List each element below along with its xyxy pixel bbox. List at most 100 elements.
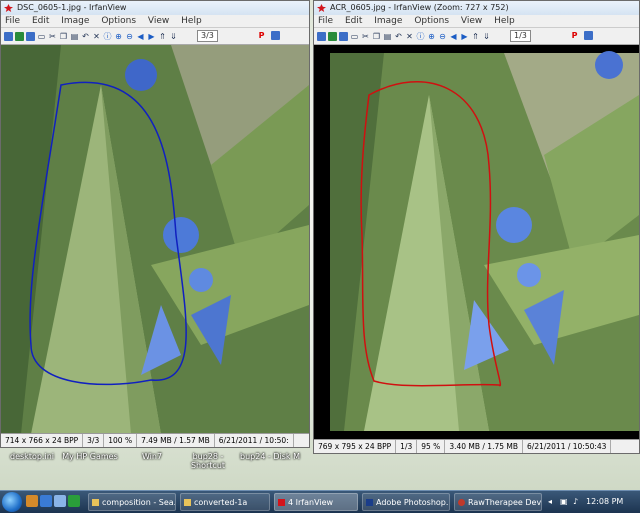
- zoom-in-icon[interactable]: ⊕: [427, 32, 436, 41]
- previous-icon[interactable]: ◀: [449, 32, 458, 41]
- zoom-out-icon[interactable]: ⊖: [438, 32, 447, 41]
- last-icon[interactable]: ⇓: [482, 32, 491, 41]
- desktop-icon-bup24[interactable]: bup24 - Disk M: [240, 452, 300, 461]
- next-icon[interactable]: ▶: [147, 32, 156, 41]
- menu-view[interactable]: View: [461, 16, 482, 26]
- status-size: 7.49 MB / 1.57 MB: [137, 434, 215, 447]
- paste-icon[interactable]: ▤: [383, 32, 392, 41]
- taskbar-button-label: Adobe Photoshop...: [376, 498, 450, 507]
- zoom-out-icon[interactable]: ⊖: [125, 32, 134, 41]
- status-date: 6/21/2011 / 10:50:: [215, 434, 294, 447]
- desktop-icon-win7[interactable]: Win7: [122, 452, 182, 461]
- taskbar-button-composition[interactable]: composition - Sea...: [88, 493, 176, 511]
- menu-file[interactable]: File: [5, 16, 20, 26]
- paste-icon[interactable]: ▤: [70, 32, 79, 41]
- desktop-icon-desktop-ini[interactable]: desktop.ini: [2, 452, 62, 461]
- print-icon[interactable]: ▭: [350, 32, 359, 41]
- irfanview-logo-icon: [317, 4, 326, 12]
- quick-launch-app-icon[interactable]: [68, 495, 80, 507]
- irfanview-window-left[interactable]: DSC_0605-1.jpg - IrfanView File Edit Ima…: [0, 0, 310, 448]
- taskbar-button-rawtherapee[interactable]: RawTherapee Dev...: [454, 493, 542, 511]
- taskbar-button-label: converted-1a: [194, 498, 248, 507]
- page-counter: 3/3: [197, 30, 218, 42]
- slideshow-icon[interactable]: [328, 31, 337, 41]
- zoom-in-icon[interactable]: ⊕: [114, 32, 123, 41]
- irfanview-logo-icon: [4, 4, 13, 12]
- first-icon[interactable]: ⇑: [471, 32, 480, 41]
- status-dimensions: 769 x 795 x 24 BPP: [314, 440, 397, 453]
- status-bar: 769 x 795 x 24 BPP 1/3 95 % 3.40 MB / 1.…: [314, 439, 639, 453]
- last-icon[interactable]: ⇓: [169, 32, 178, 41]
- settings-icon[interactable]: [271, 31, 280, 40]
- tray-volume-icon[interactable]: ♪: [573, 493, 578, 511]
- cut-icon[interactable]: ✂: [48, 32, 57, 41]
- menu-help[interactable]: Help: [494, 16, 515, 26]
- undo-icon[interactable]: ↶: [394, 32, 403, 41]
- menu-options[interactable]: Options: [414, 16, 449, 26]
- menu-options[interactable]: Options: [101, 16, 136, 26]
- open-icon[interactable]: [4, 31, 13, 41]
- delete-icon[interactable]: ✕: [405, 32, 414, 41]
- status-page: 1/3: [396, 440, 418, 453]
- quick-launch-desktop-icon[interactable]: [40, 495, 52, 507]
- irfanview-window-right[interactable]: ACR_0605.jpg - IrfanView (Zoom: 727 x 75…: [313, 0, 640, 454]
- next-icon[interactable]: ▶: [460, 32, 469, 41]
- settings-icon[interactable]: [584, 31, 593, 40]
- copy-icon[interactable]: ❐: [372, 32, 381, 41]
- menu-view[interactable]: View: [148, 16, 169, 26]
- window-title: DSC_0605-1.jpg - IrfanView: [17, 3, 127, 12]
- menu-bar: File Edit Image Options View Help: [314, 15, 639, 28]
- taskbar: composition - Sea... converted-1a 4 Irfa…: [0, 490, 640, 513]
- status-bar: 714 x 766 x 24 BPP 3/3 100 % 7.49 MB / 1…: [1, 433, 309, 447]
- info-icon[interactable]: ⓘ: [416, 32, 425, 41]
- delete-icon[interactable]: ✕: [92, 32, 101, 41]
- toolbar: ▭ ✂ ❐ ▤ ↶ ✕ ⓘ ⊕ ⊖ ◀ ▶ ⇑ ⇓ 3/3 P: [1, 28, 309, 45]
- desktop-icon-bup28[interactable]: bup28 - Shortcut: [178, 452, 238, 470]
- copy-icon[interactable]: ❐: [59, 32, 68, 41]
- slideshow-icon[interactable]: [15, 31, 24, 41]
- toolbar: ▭ ✂ ❐ ▤ ↶ ✕ ⓘ ⊕ ⊖ ◀ ▶ ⇑ ⇓ 1/3 P: [314, 28, 639, 45]
- photo-flower-leaf: [314, 45, 639, 440]
- previous-icon[interactable]: ◀: [136, 32, 145, 41]
- menu-help[interactable]: Help: [181, 16, 202, 26]
- taskbar-button-label: 4 IrfanView: [288, 498, 334, 507]
- cut-icon[interactable]: ✂: [361, 32, 370, 41]
- menu-image[interactable]: Image: [374, 16, 402, 26]
- page-counter: 1/3: [510, 30, 531, 42]
- taskbar-button-irfanview[interactable]: 4 IrfanView: [274, 493, 358, 511]
- status-zoom: 100 %: [104, 434, 138, 447]
- image-view[interactable]: [1, 45, 309, 434]
- status-page: 3/3: [83, 434, 105, 447]
- status-zoom: 95 %: [417, 440, 446, 453]
- quick-launch-explorer-icon[interactable]: [54, 495, 66, 507]
- tray-clock[interactable]: 12:08 PM: [586, 493, 623, 511]
- open-icon[interactable]: [317, 31, 326, 41]
- window-titlebar[interactable]: DSC_0605-1.jpg - IrfanView: [1, 1, 309, 15]
- taskbar-button-photoshop[interactable]: Adobe Photoshop...: [362, 493, 450, 511]
- menu-file[interactable]: File: [318, 16, 333, 26]
- tray-network-icon[interactable]: ▣: [560, 493, 568, 511]
- image-view[interactable]: [314, 45, 639, 440]
- first-icon[interactable]: ⇑: [158, 32, 167, 41]
- start-button[interactable]: [2, 492, 22, 512]
- save-icon[interactable]: [339, 31, 348, 41]
- tray-expand-icon[interactable]: ◂: [548, 493, 552, 511]
- print-p-icon[interactable]: P: [570, 31, 579, 40]
- status-date: 6/21/2011 / 10:50:43: [523, 440, 612, 453]
- menu-edit[interactable]: Edit: [32, 16, 49, 26]
- info-icon[interactable]: ⓘ: [103, 32, 112, 41]
- folder-icon: [92, 499, 99, 506]
- taskbar-button-converted[interactable]: converted-1a: [180, 493, 270, 511]
- window-titlebar[interactable]: ACR_0605.jpg - IrfanView (Zoom: 727 x 75…: [314, 1, 639, 15]
- menu-image[interactable]: Image: [61, 16, 89, 26]
- save-icon[interactable]: [26, 31, 35, 41]
- menu-edit[interactable]: Edit: [345, 16, 362, 26]
- print-icon[interactable]: ▭: [37, 32, 46, 41]
- irfanview-icon: [278, 499, 285, 506]
- taskbar-button-label: RawTherapee Dev...: [468, 498, 542, 507]
- undo-icon[interactable]: ↶: [81, 32, 90, 41]
- rawtherapee-icon: [458, 499, 465, 506]
- print-p-icon[interactable]: P: [257, 31, 266, 40]
- quick-launch-folder-icon[interactable]: [26, 495, 38, 507]
- desktop-icon-hp-games[interactable]: My HP Games: [60, 452, 120, 461]
